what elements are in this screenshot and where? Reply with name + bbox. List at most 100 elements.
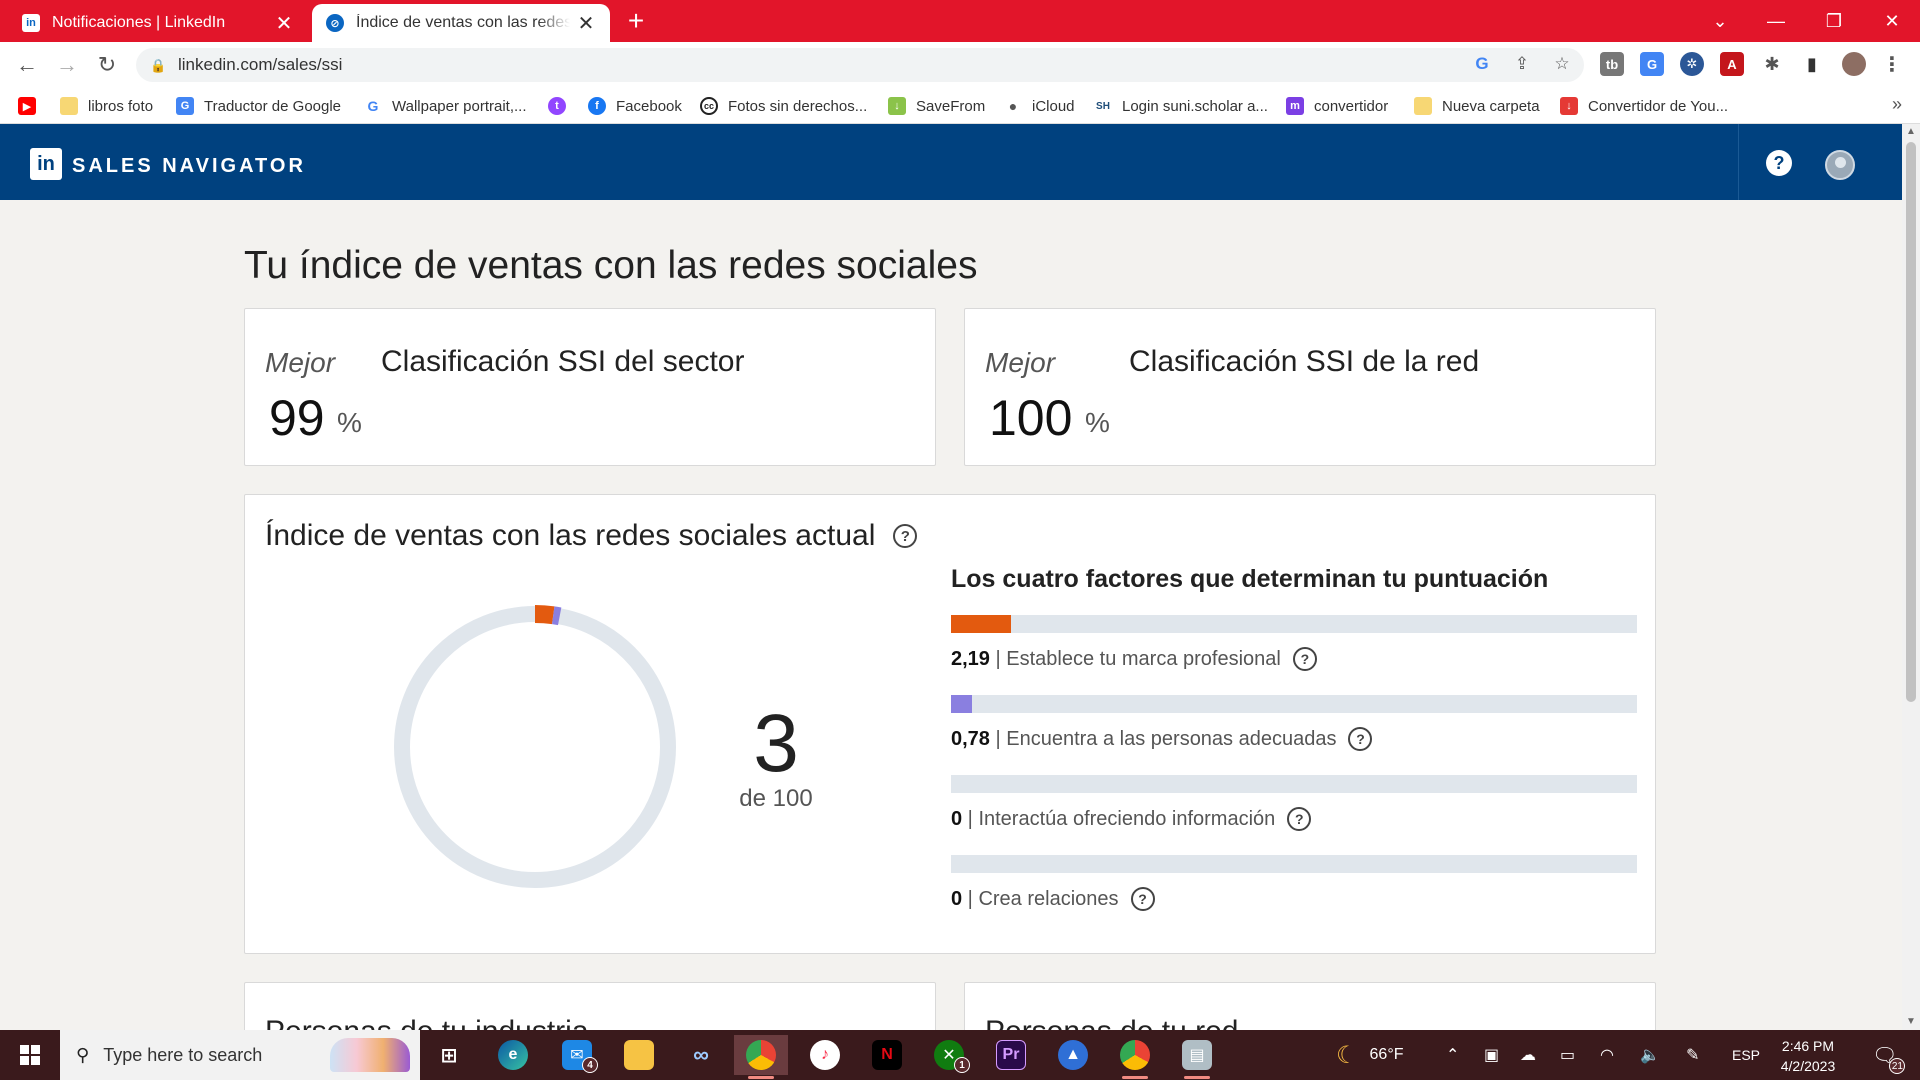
scroll-up-icon[interactable]: ▲ [1902,124,1920,140]
show-hidden-icons-icon[interactable]: ⌃ [1446,1030,1459,1080]
share-icon[interactable]: ⇪ [1510,52,1534,76]
url-bar[interactable]: 🔒 linkedin.com/sales/ssi [136,48,1584,82]
close-window-button[interactable]: ✕ [1864,0,1920,42]
notifications-icon[interactable]: 🗨 21 [1872,1030,1906,1080]
extensions-puzzle-icon[interactable]: ✱ [1760,52,1784,76]
weather-widget[interactable]: ☾ 66°F [1336,1030,1403,1080]
bookmark-traductor[interactable]: G Traductor de Google [176,94,341,118]
tab-ssi[interactable]: ⊘ Índice de ventas con las redes sociale… [312,4,610,42]
file-explorer-icon[interactable] [612,1035,666,1075]
new-tab-button[interactable]: + [622,7,650,35]
reload-icon[interactable]: ↻ [92,50,122,80]
clock[interactable]: 2:46 PM 4/2/2023 [1758,1036,1858,1076]
google-lens-icon[interactable]: G [1470,52,1494,76]
scroll-down-icon[interactable]: ▼ [1902,1014,1920,1030]
restore-button[interactable]: ❐ [1806,0,1862,42]
menu-kebab-icon[interactable]: ⋮ [1880,52,1904,76]
pdf-extension-icon[interactable]: A [1720,52,1744,76]
factors-title: Los cuatro factores que determinan tu pu… [951,565,1549,593]
onedrive-icon[interactable]: ☁ [1520,1030,1536,1080]
avatar[interactable] [1825,150,1855,180]
best-label: Mejor [265,347,336,378]
bookmark-star-icon[interactable]: ☆ [1550,52,1574,76]
folder-icon [60,97,78,115]
help-circle-icon[interactable]: ? [1292,647,1317,671]
extension-tb-icon[interactable]: tb [1600,52,1624,76]
bookmark-facebook[interactable]: f Facebook [588,94,682,118]
edge-icon[interactable]: e [486,1035,540,1075]
task-view-icon[interactable]: ⊞ [422,1035,476,1075]
bookmark-label: Facebook [616,97,682,115]
url-text: linkedin.com/sales/ssi [178,55,343,74]
volume-icon[interactable]: 🔈 [1640,1030,1660,1080]
extension-globe-icon[interactable]: ✲ [1680,52,1704,76]
bookmark-savefrom[interactable]: ↓ SaveFrom [888,94,985,118]
best-label: Mejor [985,347,1056,378]
help-circle-icon[interactable]: ? [1287,807,1312,831]
infinity-icon[interactable]: ∞ [674,1035,728,1075]
tab-search-chevron-icon[interactable]: ⌄ [1692,0,1748,42]
bookmark-wallpaper[interactable]: G Wallpaper portrait,... [364,94,527,118]
bookmark-youtube[interactable]: ▶ [18,94,46,118]
taskbar-search[interactable]: ⚲ Type here to search [60,1030,420,1080]
factor-label-personas: 0,78 | Encuentra a las personas adecuada… [951,727,1373,751]
battery-icon[interactable]: ▭ [1560,1030,1575,1080]
bookmark-convertidor[interactable]: m convertidor [1286,94,1388,118]
help-circle-icon[interactable]: ? [893,524,918,548]
mail-icon[interactable]: ✉ 4 [550,1035,604,1075]
premiere-icon[interactable]: Pr [984,1035,1038,1075]
scroll-thumb[interactable] [1906,142,1916,702]
product-name[interactable]: SALES NAVIGATOR [72,155,306,178]
start-button[interactable] [0,1030,60,1080]
chrome-active-icon[interactable] [734,1035,788,1079]
itunes-icon[interactable]: ♪ [798,1035,852,1075]
language-indicator[interactable]: ESP [1732,1030,1760,1080]
help-circle-icon[interactable]: ? [1130,887,1155,911]
bookmark-twitch[interactable]: t [548,94,576,118]
weather-temp: 66°F [1369,1046,1404,1063]
industry-people-card: Personas de tu industria [244,982,936,1030]
minimize-button[interactable]: — [1748,0,1804,42]
side-panel-icon[interactable]: ▮ [1800,52,1824,76]
pen-icon[interactable]: ✎ [1686,1030,1699,1080]
close-tab-icon[interactable]: ✕ [274,11,294,36]
bookmark-libros-foto[interactable]: libros foto [60,94,153,118]
page-scrollbar[interactable]: ▲ ▼ [1902,124,1920,1030]
wifi-icon[interactable]: ◠ [1600,1030,1614,1080]
bookmark-fotos-sin-derechos[interactable]: cc Fotos sin derechos... [700,94,867,118]
cc-icon: cc [700,97,718,115]
linkedin-logo-icon[interactable]: in [30,148,62,180]
back-arrow-icon[interactable]: ← [12,50,42,80]
header-divider [1738,124,1739,200]
stack-icon[interactable]: ▤ [1170,1035,1224,1079]
profile-avatar-icon[interactable] [1842,52,1866,76]
xbox-badge: 1 [954,1057,970,1073]
factor-bar-interactua [951,775,1637,793]
bookmark-login-suni[interactable]: SH Login suni.scholar a... [1094,94,1268,118]
netflix-icon[interactable]: N [860,1035,914,1075]
bookmark-label: Fotos sin derechos... [728,97,868,115]
xbox-icon[interactable]: ✕ 1 [922,1035,976,1075]
forward-arrow-icon[interactable]: → [52,50,82,80]
youtube-icon: ▶ [18,97,36,115]
close-tab-icon[interactable]: ✕ [576,11,596,36]
bookmark-nueva-carpeta[interactable]: Nueva carpeta [1414,94,1540,118]
bookmark-convertidor-you[interactable]: ↓ Convertidor de You... [1560,94,1728,118]
factor-value: 2,19 [951,647,990,670]
factor-bar-fill [951,695,973,713]
google-translate-extension-icon[interactable]: G [1640,52,1664,76]
donut-segment-1 [551,606,562,626]
remote-icon[interactable]: ▲ [1046,1035,1100,1075]
tab-notificaciones[interactable]: in Notificaciones | LinkedIn ✕ [8,4,308,42]
lock-icon[interactable]: 🔒 [150,58,166,73]
mail-badge: 4 [582,1057,598,1073]
donut-segment-0 [534,605,555,625]
more-bookmarks-icon[interactable]: » [1892,94,1902,115]
help-circle-icon[interactable]: ? [1348,727,1373,751]
bookmark-icloud[interactable]: ● iCloud [1004,94,1075,118]
chrome-icon[interactable] [1108,1035,1162,1079]
facebook-icon: f [588,97,606,115]
help-icon[interactable]: ? [1766,150,1792,176]
meet-now-icon[interactable]: ▣ [1484,1030,1499,1080]
windows-taskbar: ⚲ Type here to search ⊞ e ✉ 4 ∞ ♪ N ✕ 1 Pr… [0,1030,1920,1080]
